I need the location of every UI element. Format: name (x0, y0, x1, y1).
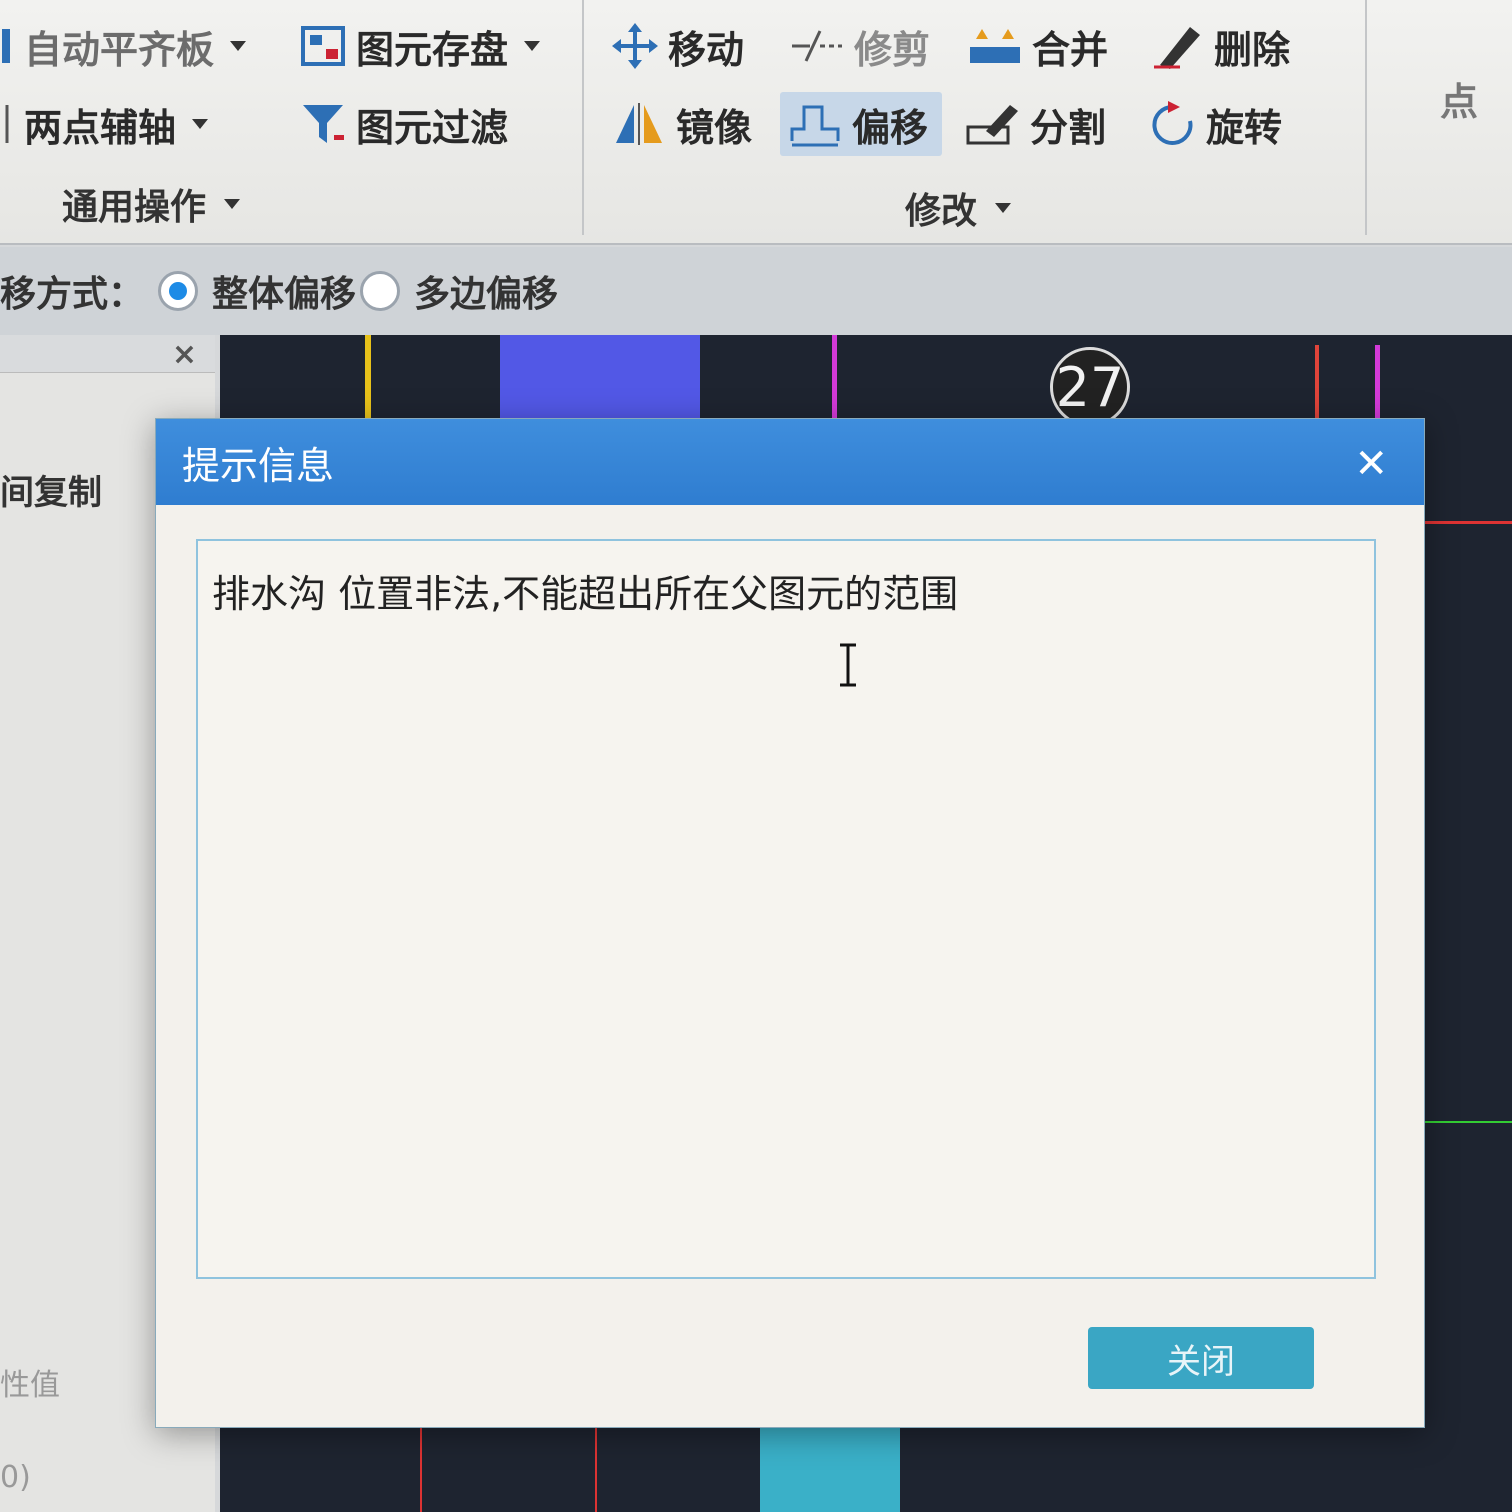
trim-label: 修剪 (854, 27, 931, 72)
green-line (1420, 1121, 1512, 1123)
modify-label: 修改 (905, 191, 978, 232)
split-pencil-icon (966, 101, 1020, 147)
point-button[interactable]: 点 (1440, 70, 1478, 126)
two-point-axis-button[interactable]: 两点辅轴 (0, 96, 209, 152)
magenta-line (832, 335, 837, 425)
element-filter-label: 图元过滤 (356, 105, 509, 150)
auto-align-label: 自动平齐板 (24, 27, 215, 72)
rotate-label: 旋转 (1206, 105, 1283, 150)
save-disk-icon (300, 23, 346, 69)
axis-icon (0, 101, 14, 147)
chevron-down-icon (524, 41, 541, 51)
left-panel-header: × (0, 335, 215, 373)
element-save-label: 图元存盘 (356, 27, 509, 72)
dialog-title-bar[interactable]: 提示信息 ✕ (156, 419, 1424, 505)
eraser-icon (1150, 23, 1204, 69)
rotate-button[interactable]: 旋转 (1150, 96, 1282, 152)
element-save-button[interactable]: 图元存盘 (300, 18, 541, 74)
auto-align-slab-button[interactable]: 自动平齐板 (0, 18, 247, 74)
panel-item-copy[interactable]: 间复制 (0, 465, 102, 514)
merge-label: 合并 (1032, 27, 1109, 72)
offset-options-bar: 移方式： 整体偏移 多边偏移 (0, 247, 1512, 335)
trim-icon (790, 23, 844, 69)
element-filter-button[interactable]: 图元过滤 (300, 96, 508, 152)
group-divider (1365, 0, 1367, 235)
group-divider (582, 0, 584, 235)
close-icon[interactable]: ✕ (1354, 441, 1388, 487)
dialog-message-box[interactable]: 排水沟 位置非法,不能超出所在父图元的范围 (196, 539, 1376, 1279)
mirror-button[interactable]: 镜像 (612, 96, 752, 152)
filter-funnel-icon (300, 101, 346, 147)
rotate-icon (1150, 101, 1196, 147)
panel-item-value: 0) (0, 1460, 31, 1495)
yellow-line (365, 335, 371, 425)
ribbon-toolbar: 自动平齐板 两点辅轴 图元存盘 图元过滤 通用操作 移动 修剪 合并 删除 镜像… (0, 0, 1512, 245)
dialog-title: 提示信息 (182, 443, 335, 488)
general-operations-label: 通用操作 (62, 187, 207, 228)
merge-icon (968, 23, 1022, 69)
trim-button[interactable]: 修剪 (790, 18, 930, 74)
polygon-offset-label[interactable]: 多边偏移 (414, 265, 558, 317)
close-button[interactable]: 关闭 (1088, 1327, 1314, 1389)
radio-whole-offset[interactable] (158, 271, 199, 311)
whole-offset-label[interactable]: 整体偏移 (212, 265, 356, 317)
close-icon[interactable]: × (172, 337, 197, 372)
move-arrows-icon (612, 23, 658, 69)
delete-button[interactable]: 删除 (1150, 18, 1290, 74)
two-point-axis-label: 两点辅轴 (24, 105, 177, 150)
chevron-down-icon (230, 41, 247, 51)
delete-label: 删除 (1214, 27, 1291, 72)
offset-label: 偏移 (852, 105, 929, 150)
offset-icon (788, 101, 842, 147)
mirror-label: 镜像 (676, 105, 753, 150)
chevron-down-icon (192, 119, 209, 129)
info-dialog: 提示信息 ✕ 排水沟 位置非法,不能超出所在父图元的范围 关闭 (155, 418, 1425, 1428)
text-cursor-icon (840, 643, 856, 687)
split-button[interactable]: 分割 (966, 96, 1106, 152)
offset-button[interactable]: 偏移 (780, 92, 943, 156)
general-operations-group-button[interactable]: 通用操作 (62, 178, 241, 230)
move-button[interactable]: 移动 (612, 18, 744, 74)
dialog-message: 排水沟 位置非法,不能超出所在父图元的范围 (212, 572, 959, 616)
point-label: 点 (1440, 79, 1479, 124)
red-line (1420, 521, 1512, 524)
radio-polygon-offset[interactable] (360, 271, 401, 311)
offset-mode-label: 移方式： (0, 274, 145, 315)
align-icon (0, 23, 14, 69)
blue-element (500, 335, 700, 425)
panel-item-attribute: 性值 (0, 1368, 60, 1403)
split-label: 分割 (1030, 105, 1107, 150)
chevron-down-icon (995, 203, 1012, 213)
axis-number-bubble: 27 (1050, 347, 1130, 427)
move-label: 移动 (668, 27, 745, 72)
modify-group-button[interactable]: 修改 (905, 182, 1012, 234)
mirror-icon (612, 101, 666, 147)
chevron-down-icon (224, 199, 241, 209)
merge-button[interactable]: 合并 (968, 18, 1108, 74)
